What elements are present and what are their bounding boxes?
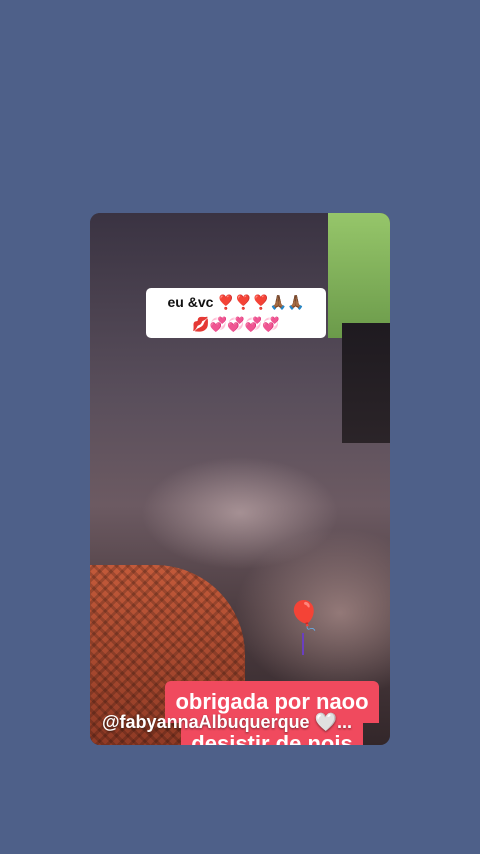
story-card[interactable]: eu &vc ❣️❣️❣️🙏🏾🙏🏾 💋💞💞💞💞 obrigada por nao… <box>90 213 390 745</box>
balloons-icon: 🎈 <box>286 600 322 631</box>
text-sticker: eu &vc ❣️❣️❣️🙏🏾🙏🏾 💋💞💞💞💞 <box>146 288 326 338</box>
balloons-sticker: 🎈 <box>278 599 330 661</box>
username-label[interactable]: @fabyannaAlbuquerque 🤍... <box>102 712 382 733</box>
balloon-string <box>302 633 304 655</box>
sticker-line-1: eu &vc ❣️❣️❣️🙏🏾🙏🏾 <box>167 294 305 310</box>
photo-green-cloth <box>328 213 390 338</box>
photo-dark-cloth <box>342 323 390 443</box>
sticker-line-2: 💋💞💞💞💞 <box>192 316 280 332</box>
